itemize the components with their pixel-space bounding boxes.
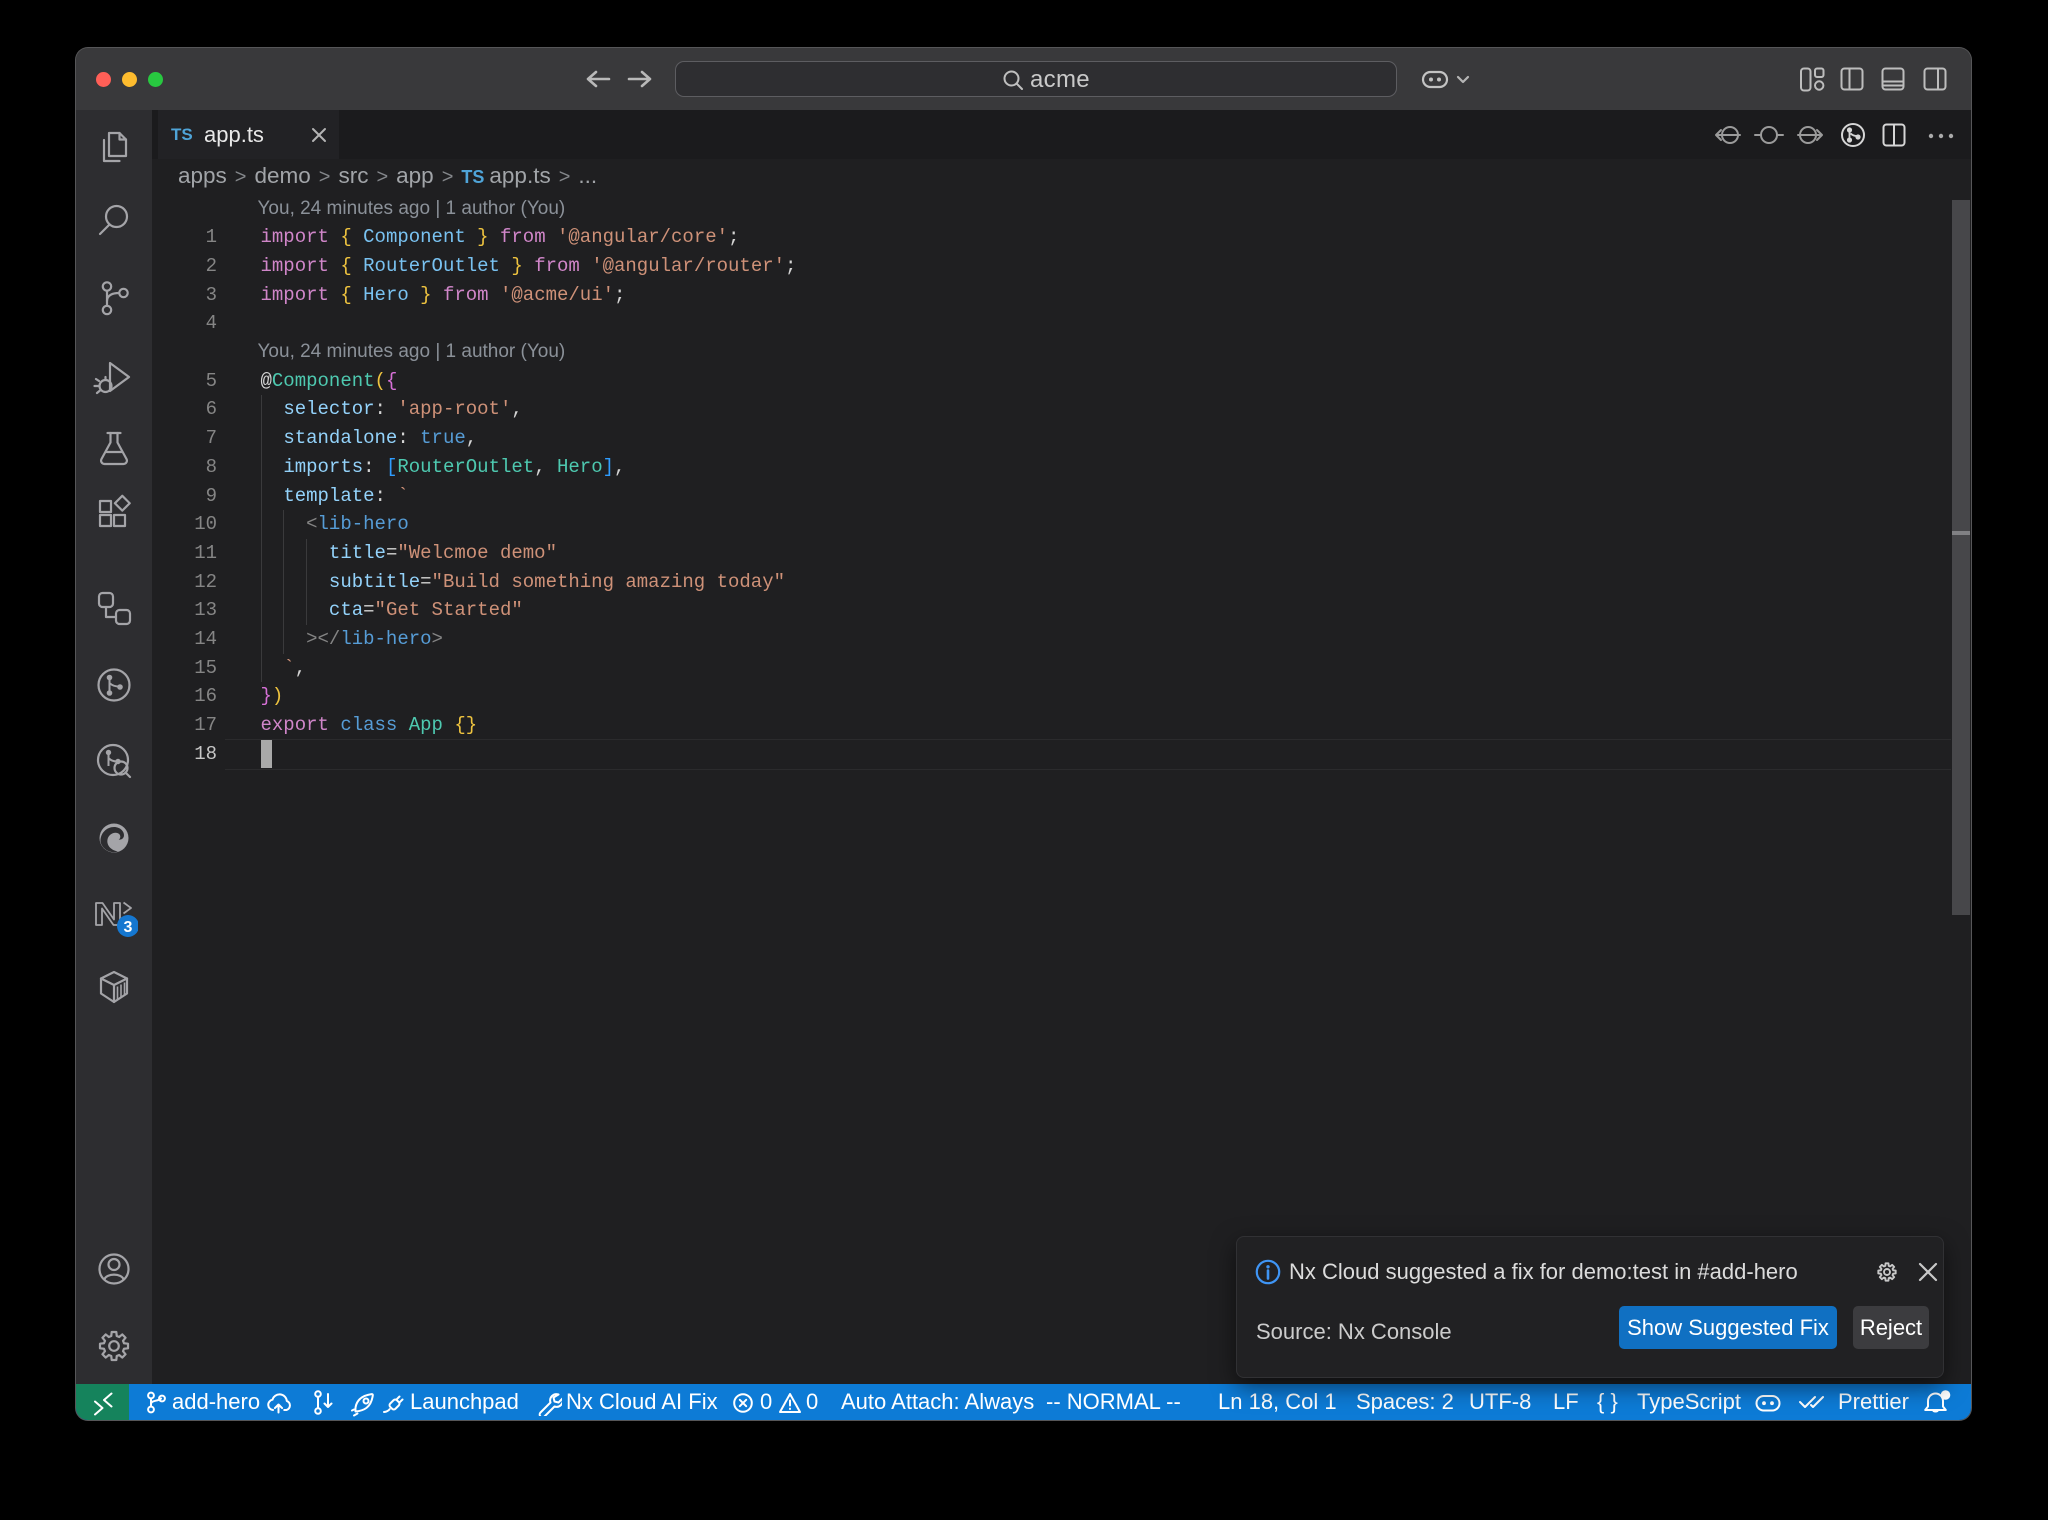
svg-text:3: 3	[124, 919, 133, 936]
